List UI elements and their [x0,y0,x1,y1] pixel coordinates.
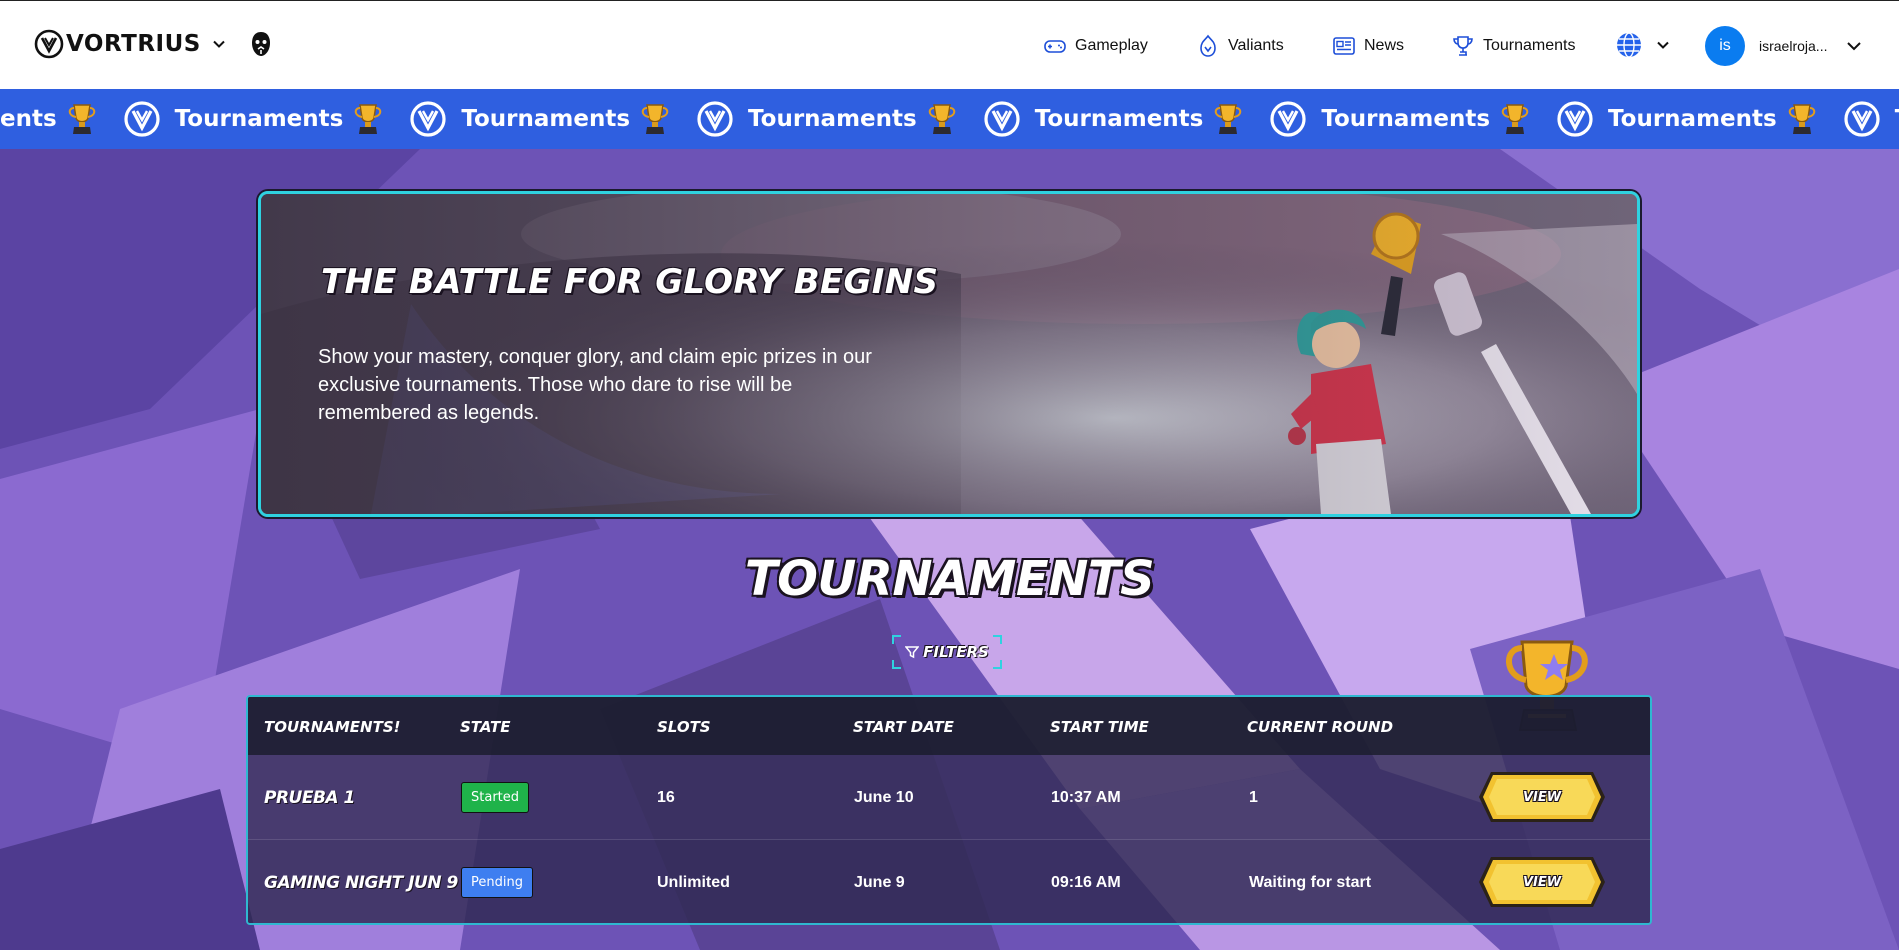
status-badge: Started [461,782,530,813]
marquee-item: Tournaments [409,100,696,138]
mascot-icon[interactable] [249,30,273,58]
start-time-cell: 09:16 AM [1051,873,1121,891]
tournament-name: PRUEBA 1 [264,787,355,808]
vortrius-logo-icon [410,101,446,137]
language-selector[interactable] [1615,31,1671,59]
brand-name: VORTRIUS [66,31,201,57]
top-navbar: VORTRIUS Gameplay Valiants News Tourname… [0,0,1899,89]
column-header-slots: SLOTS [657,718,711,736]
marquee-text-partial: Tourname [1895,106,1899,132]
column-header-tournaments: TOURNAMENTS! [264,718,401,736]
filters-label: FILTERS [923,643,989,661]
trophy-icon [1501,104,1529,134]
state-cell: Started [461,755,530,840]
tournament-name: GAMING NIGHT JUN 9 [264,872,458,893]
trophy-icon [1788,104,1815,134]
hero-description: Show your mastery, conquer glory, and cl… [318,346,872,424]
start-time-cell: 10:37 AM [1051,788,1121,806]
view-button[interactable]: VIEW [1477,855,1607,909]
chevron-down-icon [1847,42,1861,51]
valiant-flame-icon [1200,34,1216,57]
table-row: PRUEBA 1 Started 16 June 10 10:37 AM 1 V… [248,755,1650,840]
trophy-icon [1215,104,1242,134]
marquee-item: Tourname [1843,100,1899,138]
column-header-current-round: CURRENT ROUND [1247,718,1394,736]
hero-title: THE BATTLE FOR GLORY BEGINS [321,262,939,302]
trophy-icon [928,104,955,134]
vortrius-logo-icon [984,101,1020,137]
chevron-down-icon [213,40,225,48]
avatar[interactable]: is [1705,26,1745,66]
globe-icon [1617,32,1641,58]
marquee-item: Tournaments [1556,100,1843,138]
trophy-icon [1453,35,1473,56]
brand-menu[interactable]: VORTRIUS [34,29,273,59]
trophy-icon [641,104,669,134]
tournaments-table: TOURNAMENTS! STATE SLOTS START DATE STAR… [246,695,1652,925]
vortrius-logo-icon [697,101,733,137]
current-round-cell: Waiting for start [1249,873,1372,891]
nav-tournaments[interactable]: Tournaments [1451,1,1576,90]
marquee-text: Tournaments [1034,106,1204,132]
status-badge: Pending [461,867,533,898]
newspaper-icon [1333,36,1355,55]
trophy-icon [355,104,382,134]
chevron-down-icon [1657,41,1669,49]
vortrius-logo-icon [1557,101,1593,137]
nav-valiants[interactable]: Valiants [1196,1,1284,90]
marquee-text: Tournaments [748,106,917,132]
user-menu[interactable]: is israelroja... [1705,26,1863,66]
nav-gameplay-label: Gameplay [1075,36,1148,54]
gamepad-icon [1044,39,1066,53]
nav-valiants-label: Valiants [1228,36,1284,54]
vortrius-logo-icon [124,101,160,137]
marquee-text: Tournaments [174,106,344,132]
marquee-text: Tournaments [1608,106,1777,132]
view-button-label: VIEW [1522,874,1562,890]
marquee-track: ents Tournaments Tournaments Tournaments To… [0,89,1899,149]
marquee-item: Tournaments [1269,100,1556,138]
slots-cell: 16 [657,788,675,806]
marquee-text-partial: ents [0,106,57,132]
marquee-item: Tournaments [123,100,410,138]
nav-tournaments-label: Tournaments [1483,36,1576,54]
tournaments-marquee: ents Tournaments Tournaments Tournaments To… [0,89,1899,149]
trophy-icon [68,104,95,134]
vortrius-logo-icon [34,29,64,59]
vortrius-logo-icon [1270,101,1306,137]
column-header-state: STATE [460,718,511,736]
marquee-text: Tournaments [461,106,631,132]
hero-banner: THE BATTLE FOR GLORY BEGINS Show your ma… [258,191,1640,517]
column-header-start-date: START DATE [853,718,954,736]
column-header-start-time: START TIME [1050,718,1149,736]
slots-cell: Unlimited [657,873,730,891]
marquee-text: Tournaments [1321,106,1491,132]
marquee-item: Tournaments [983,100,1270,138]
nav-news[interactable]: News [1332,1,1404,90]
nav-news-label: News [1364,36,1405,54]
state-cell: Pending [461,840,533,923]
table-row: GAMING NIGHT JUN 9 Pending Unlimited Jun… [248,840,1650,923]
filter-icon [905,646,920,659]
start-date-cell: June 10 [854,788,914,806]
current-round-cell: 1 [1249,788,1258,806]
view-button[interactable]: VIEW [1477,770,1607,824]
start-date-cell: June 9 [854,873,905,891]
nav-gameplay[interactable]: Gameplay [1043,1,1148,90]
view-button-label: VIEW [1522,789,1562,805]
tournaments-title: TOURNAMENTS [744,551,1155,607]
filters-button[interactable]: FILTERS [892,635,1002,669]
marquee-item: Tournaments [696,100,983,138]
username: israelroja... [1759,38,1828,54]
table-header: TOURNAMENTS! STATE SLOTS START DATE STAR… [248,697,1650,755]
vortrius-logo-icon [1844,101,1880,137]
